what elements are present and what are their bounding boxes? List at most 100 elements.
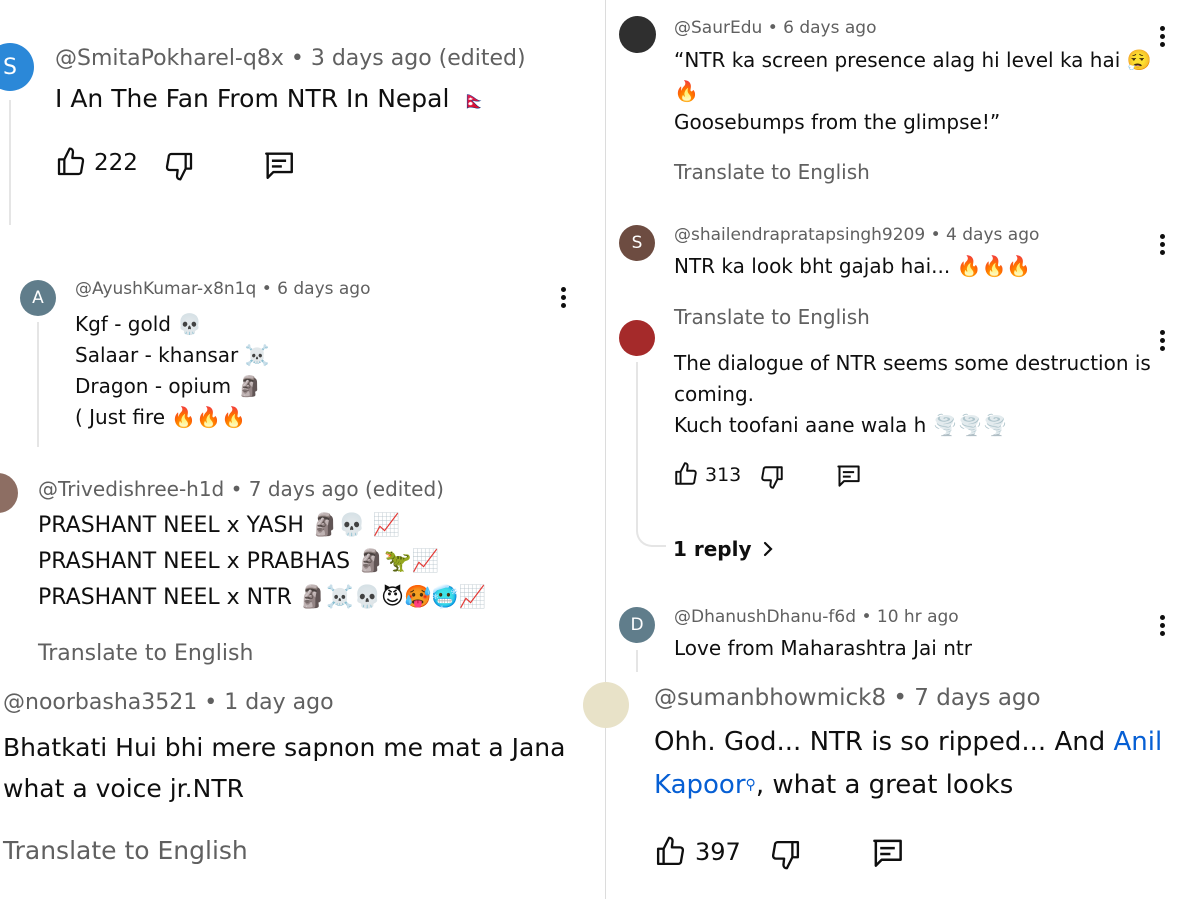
dislike-button[interactable] <box>759 463 785 491</box>
comment-text-body: , what a great looks <box>755 770 1014 800</box>
comment-icon <box>265 152 293 179</box>
thumbs-down-icon <box>761 466 783 489</box>
comment-text: Kgf - gold 💀 Salaar - khansar ☠️ Dragon … <box>75 309 270 433</box>
dot-separator: • <box>261 279 278 299</box>
nepal-flag-icon: 🇳🇵 <box>463 91 486 112</box>
comment-text: I An The Fan From NTR In Nepal 🇳🇵 <box>55 84 486 113</box>
search-icon[interactable]: ⚲ <box>746 777 756 793</box>
avatar[interactable]: D <box>619 607 655 643</box>
like-button[interactable] <box>673 460 699 488</box>
comment-line: The dialogue of NTR seems some destructi… <box>674 351 1151 375</box>
timestamp[interactable]: 4 days ago <box>946 225 1039 245</box>
comment-text: Love from Maharashtra Jai ntr <box>674 636 972 660</box>
dislike-button[interactable] <box>769 837 802 872</box>
author-handle[interactable]: @sumanbhowmick8 <box>654 685 886 711</box>
comment-icon <box>873 839 902 867</box>
dot-separator: • <box>893 685 915 711</box>
translate-link[interactable]: Translate to English <box>3 836 248 865</box>
comment-line: 🔥 <box>674 79 699 103</box>
panel-divider <box>605 0 606 899</box>
avatar[interactable] <box>619 320 655 356</box>
mention-link[interactable]: Anil <box>1114 727 1163 757</box>
translate-link[interactable]: Translate to English <box>38 641 253 666</box>
comment-text-body: Ohh. God... NTR is so ripped... And <box>654 727 1106 757</box>
comment-header: @SmitaPokharel-q8x • 3 days ago (edited) <box>55 46 526 71</box>
comment-text: PRASHANT NEEL x YASH 🗿💀 📈 PRASHANT NEEL … <box>38 508 486 616</box>
avatar[interactable]: S <box>619 225 655 261</box>
dot-separator: • <box>767 18 784 38</box>
avatar[interactable]: A <box>20 280 56 316</box>
thread-line <box>9 100 11 225</box>
reply-button[interactable] <box>835 462 862 489</box>
comment-text-body: I An The Fan From NTR In Nepal <box>55 84 450 113</box>
more-actions-icon[interactable] <box>560 287 566 311</box>
thread-curve <box>636 515 666 547</box>
translate-link[interactable]: Translate to English <box>674 160 870 184</box>
more-actions-icon[interactable] <box>1159 615 1165 639</box>
comment-text: The dialogue of NTR seems some destructi… <box>674 348 1151 441</box>
timestamp[interactable]: 7 days ago (edited) <box>249 477 444 501</box>
comment-header: @noorbasha3521 • 1 day ago <box>3 690 334 715</box>
replies-count: 1 reply <box>673 537 752 561</box>
mention-link[interactable]: Kapoor <box>654 770 746 800</box>
reply-button[interactable] <box>262 148 296 182</box>
thumbs-up-icon <box>675 462 697 485</box>
comment-text: Bhatkati Hui bhi mere sapnon me mat a Ja… <box>3 727 565 809</box>
thread-line <box>636 650 638 672</box>
timestamp[interactable]: 6 days ago <box>783 18 876 38</box>
timestamp[interactable]: 1 day ago <box>224 690 333 715</box>
comment-header: @Trivedishree-h1d • 7 days ago (edited) <box>38 477 444 501</box>
comment-text: “NTR ka screen presence alag hi level ka… <box>674 45 1152 138</box>
author-handle[interactable]: @Trivedishree-h1d <box>38 477 224 501</box>
comment-icon <box>837 465 860 487</box>
comment-line: PRASHANT NEEL x NTR 🗿☠️💀😈🥵🥶📈 <box>38 585 487 610</box>
dot-separator: • <box>230 477 249 501</box>
like-button[interactable] <box>654 834 687 869</box>
comment-line: PRASHANT NEEL x PRABHAS 🗿🦖📈 <box>38 549 440 574</box>
timestamp[interactable]: 6 days ago <box>277 279 370 299</box>
more-actions-icon[interactable] <box>1159 330 1165 354</box>
author-handle[interactable]: @shailendrapratapsingh9209 <box>674 225 925 245</box>
thumbs-down-icon <box>771 840 800 870</box>
comment-header: @shailendrapratapsingh9209 • 4 days ago <box>674 225 1039 245</box>
translate-link[interactable]: Translate to English <box>674 305 870 329</box>
avatar[interactable] <box>0 473 18 513</box>
like-count: 397 <box>695 838 741 866</box>
dot-separator: • <box>204 690 225 715</box>
thread-line <box>37 322 39 447</box>
author-handle[interactable]: @DhanushDhanu-f6d <box>674 607 856 627</box>
dislike-button[interactable] <box>163 149 195 183</box>
thumbs-up-icon <box>57 147 85 176</box>
reply-button[interactable] <box>870 835 905 870</box>
dot-separator: • <box>861 607 877 627</box>
comment-line: coming. <box>674 382 754 406</box>
author-handle[interactable]: @noorbasha3521 <box>3 690 197 715</box>
more-actions-icon[interactable] <box>1159 234 1165 258</box>
comment-header: @DhanushDhanu-f6d • 10 hr ago <box>674 607 959 627</box>
author-handle[interactable]: @SaurEdu <box>674 18 762 38</box>
dot-separator: • <box>930 225 947 245</box>
comment-text: NTR ka look bht gajab hai... 🔥🔥🔥 <box>674 254 1032 278</box>
avatar[interactable] <box>619 16 656 53</box>
timestamp[interactable]: 10 hr ago <box>877 607 959 627</box>
thread-line <box>636 362 638 530</box>
comment-line: “NTR ka screen presence alag hi level ka… <box>674 48 1152 72</box>
comment-header: @SaurEdu • 6 days ago <box>674 18 876 38</box>
comment-line: PRASHANT NEEL x YASH 🗿💀 📈 <box>38 513 401 538</box>
like-count: 313 <box>705 464 742 486</box>
comment-line: ( Just fire 🔥🔥🔥 <box>75 405 247 429</box>
avatar[interactable] <box>583 682 629 728</box>
timestamp[interactable]: 3 days ago (edited) <box>311 46 526 71</box>
like-count: 222 <box>94 150 138 176</box>
comment-header: @AyushKumar-x8n1q • 6 days ago <box>75 279 371 299</box>
author-handle[interactable]: @AyushKumar-x8n1q <box>75 279 256 299</box>
dot-separator: • <box>290 46 311 71</box>
more-actions-icon[interactable] <box>1159 26 1165 50</box>
timestamp[interactable]: 7 days ago <box>914 685 1040 711</box>
author-handle[interactable]: @SmitaPokharel-q8x <box>55 46 284 71</box>
comment-line: Dragon - opium 🗿 <box>75 374 263 398</box>
avatar[interactable]: S <box>0 43 34 91</box>
comment-line: Bhatkati Hui bhi mere sapnon me mat a Ja… <box>3 733 566 762</box>
like-button[interactable] <box>55 145 87 179</box>
replies-toggle[interactable]: 1 reply <box>673 537 776 561</box>
